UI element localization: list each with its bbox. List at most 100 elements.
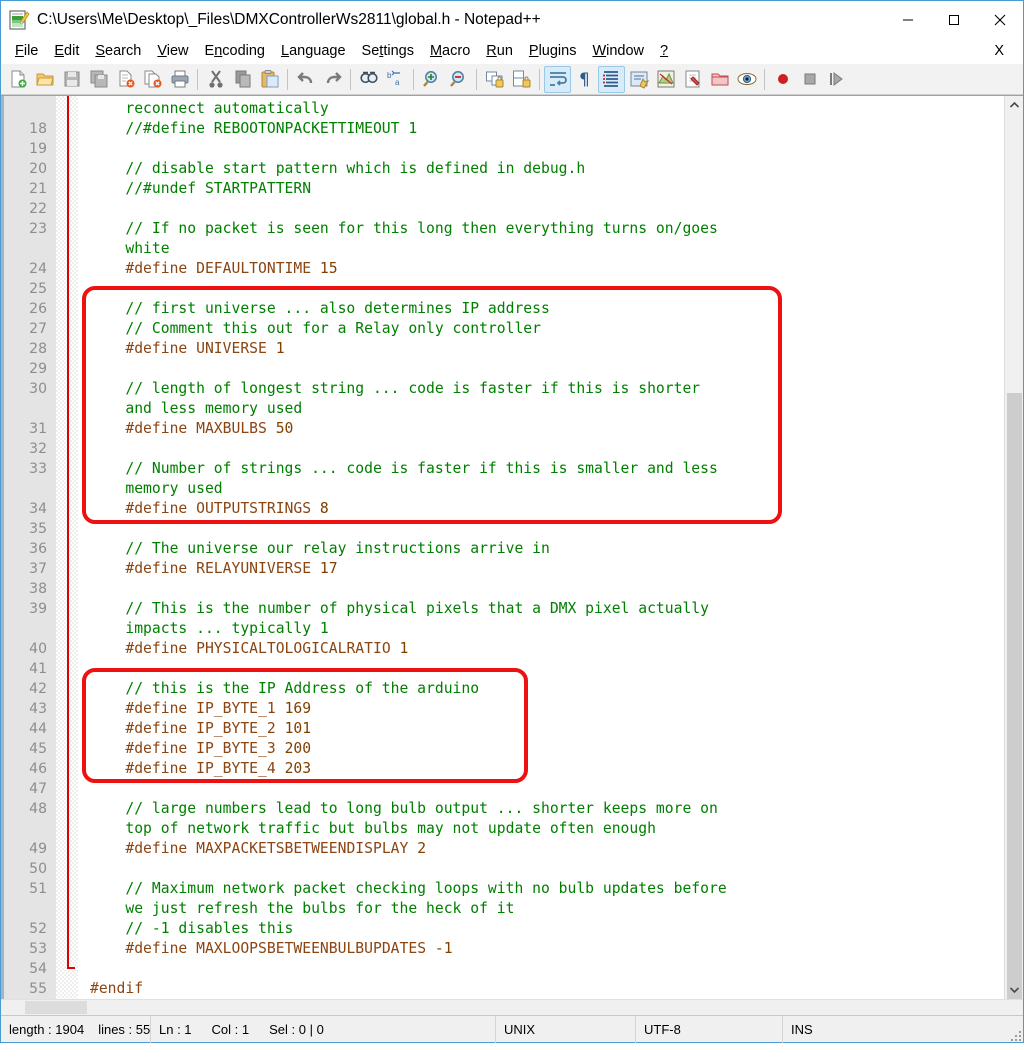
play-macro-icon[interactable]: [823, 66, 850, 93]
new-file-icon[interactable]: [4, 66, 31, 93]
print-icon[interactable]: [166, 66, 193, 93]
vertical-scrollbar-thumb[interactable]: [1007, 393, 1022, 999]
copy-icon[interactable]: [229, 66, 256, 93]
word-wrap-icon[interactable]: [544, 65, 571, 93]
menu-item-view[interactable]: View: [149, 41, 196, 61]
indent-guide-icon[interactable]: [598, 65, 625, 93]
menu-item-window[interactable]: Window: [584, 41, 652, 61]
save-all-icon[interactable]: [85, 66, 112, 93]
minimize-button[interactable]: [885, 1, 931, 38]
code-line: we just refresh the bulbs for the heck o…: [90, 899, 1004, 919]
code-token-ppn: MAXBULBS: [196, 420, 276, 437]
line-number: 47: [29, 781, 47, 797]
editor-area: 18 19 20 21 22 23 24 25 26 27 28 29 30 31 32 33 34 35 36 37…: [1, 95, 1023, 999]
zoom-in-icon[interactable]: [418, 66, 445, 93]
resize-grip-icon[interactable]: [1009, 1029, 1021, 1041]
scroll-up-arrow-icon[interactable]: [1005, 96, 1023, 114]
code-token-comment: impacts ... typically 1: [90, 620, 329, 637]
close-file-icon[interactable]: [112, 66, 139, 93]
menu-item-macro[interactable]: Macro: [422, 41, 478, 61]
line-number: 23: [29, 221, 47, 237]
code-line: #define OUTPUTSTRINGS 8: [90, 499, 1004, 519]
code-line: #define IP_BYTE_1 169: [90, 699, 1004, 719]
document-map-icon[interactable]: [652, 66, 679, 93]
horizontal-scrollbar-thumb[interactable]: [25, 1001, 87, 1014]
show-all-characters-icon[interactable]: ¶: [571, 66, 598, 93]
code-token-ppn: OUTPUTSTRINGS: [196, 500, 320, 517]
line-number-gutter: 18 19 20 21 22 23 24 25 26 27 28 29 30 31 32 33 34 35 36 37…: [1, 96, 56, 999]
monitoring-icon[interactable]: [733, 66, 760, 93]
code-line: #define IP_BYTE_4 203: [90, 759, 1004, 779]
menu-item-search[interactable]: Search: [87, 41, 149, 61]
menu-item-encoding[interactable]: Encoding: [197, 41, 273, 61]
line-number: 55: [29, 981, 47, 997]
sync-vertical-scroll-icon[interactable]: [481, 66, 508, 93]
code-token-num: 200: [284, 740, 312, 757]
window-controls: [885, 1, 1023, 38]
close-document-button[interactable]: X: [989, 41, 1009, 61]
code-token-comment: // -1 disables this: [90, 920, 294, 937]
line-number: 35: [29, 521, 47, 537]
close-button[interactable]: [977, 1, 1023, 38]
user-defined-language-icon[interactable]: [625, 66, 652, 93]
function-list-icon[interactable]: [679, 66, 706, 93]
fold-indicator-line: [67, 96, 69, 969]
menu-item-settings[interactable]: Settings: [354, 41, 422, 61]
status-insert-mode[interactable]: INS: [783, 1016, 1023, 1043]
menu-item-[interactable]: ?: [652, 41, 676, 61]
cut-icon[interactable]: [202, 66, 229, 93]
code-token-ppn: UNIVERSE: [196, 340, 276, 357]
maximize-button[interactable]: [931, 1, 977, 38]
menu-item-file[interactable]: File: [7, 41, 46, 61]
scroll-down-arrow-icon[interactable]: [1005, 981, 1023, 999]
code-line: // first universe ... also determines IP…: [90, 299, 1004, 319]
status-encoding[interactable]: UTF-8: [636, 1015, 783, 1043]
code-token-pp: #define: [90, 840, 197, 857]
code-token-comment: memory used: [90, 480, 223, 497]
replace-icon[interactable]: ba: [382, 66, 409, 93]
code-token-comment: white: [90, 240, 170, 257]
sync-horizontal-scroll-icon[interactable]: [508, 66, 535, 93]
code-line: #define MAXLOOPSBETWEENBULBUPDATES -1: [90, 939, 1004, 959]
line-number: 44: [29, 721, 47, 737]
code-line: #define PHYSICALTOLOGICALRATIO 1: [90, 639, 1004, 659]
code-line: top of network traffic but bulbs may not…: [90, 819, 1004, 839]
code-token-comment: //#undef STARTPATTERN: [90, 180, 312, 197]
code-token-pp: #define: [90, 720, 197, 737]
stop-macro-icon[interactable]: [796, 66, 823, 93]
zoom-out-icon[interactable]: [445, 66, 472, 93]
close-all-files-icon[interactable]: [139, 66, 166, 93]
menu-item-edit[interactable]: Edit: [46, 41, 87, 61]
line-number: 46: [29, 761, 47, 777]
redo-icon[interactable]: [319, 66, 346, 93]
line-number: 49: [29, 841, 47, 857]
undo-icon[interactable]: [292, 66, 319, 93]
toolbar-separator: [413, 68, 414, 90]
horizontal-scrollbar[interactable]: [1, 999, 1023, 1015]
record-macro-icon[interactable]: [769, 66, 796, 93]
paste-icon[interactable]: [256, 66, 283, 93]
toolbar-separator: [350, 68, 351, 90]
code-token-comment: // The universe our relay instructions a…: [90, 540, 550, 557]
save-icon[interactable]: [58, 66, 85, 93]
code-line: // The universe our relay instructions a…: [90, 539, 1004, 559]
line-number: 40: [29, 641, 47, 657]
vertical-scrollbar[interactable]: [1004, 96, 1023, 999]
menu-item-plugins[interactable]: Plugins: [521, 41, 585, 61]
code-text-area[interactable]: reconnect automatically //#define REBOOT…: [78, 96, 1004, 999]
menu-item-language[interactable]: Language: [273, 41, 354, 61]
code-folding-margin[interactable]: [56, 96, 78, 999]
code-token-ppn: IP_BYTE_4: [196, 760, 285, 777]
window-title: C:\Users\Me\Desktop\_Files\DMXController…: [37, 10, 541, 28]
code-line: #define MAXPACKETSBETWEENDISPLAY 2: [90, 839, 1004, 859]
code-line: memory used: [90, 479, 1004, 499]
open-file-icon[interactable]: [31, 66, 58, 93]
status-eol-format[interactable]: UNIX: [496, 1015, 636, 1043]
line-number: 24: [29, 261, 47, 277]
folder-as-workspace-icon[interactable]: [706, 66, 733, 93]
find-icon[interactable]: [355, 66, 382, 93]
menu-item-run[interactable]: Run: [478, 41, 521, 61]
